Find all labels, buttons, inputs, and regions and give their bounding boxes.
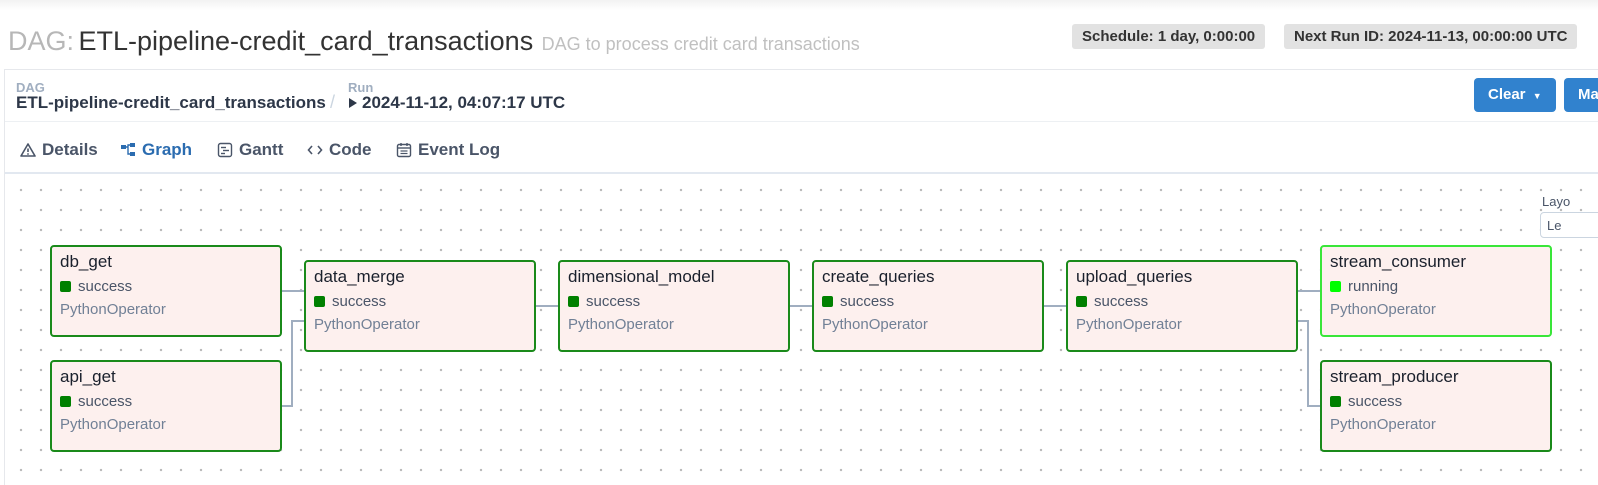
status-square-icon	[1330, 281, 1341, 292]
schedule-badge: Schedule: 1 day, 0:00:00	[1072, 24, 1266, 49]
status-square-icon	[60, 396, 71, 407]
task-state-label: success	[1348, 393, 1403, 410]
task-name: stream_producer	[1330, 367, 1459, 386]
page-title: DAG: ETL-pipeline-credit_card_transactio…	[8, 26, 860, 57]
tab-gantt[interactable]: Gantt	[217, 140, 283, 174]
tab-details-label: Details	[42, 140, 98, 159]
status-square-icon	[1076, 296, 1087, 307]
task-state-label: success	[586, 293, 641, 310]
task-state: success	[568, 293, 780, 310]
task-node-data-merge[interactable]: data_merge success PythonOperator	[304, 260, 536, 352]
task-name: db_get	[60, 252, 112, 271]
task-operator: PythonOperator	[568, 316, 674, 333]
mark-state-button[interactable]: Ma	[1564, 78, 1598, 112]
task-node-upload-queries[interactable]: upload_queries success PythonOperator	[1066, 260, 1298, 352]
mark-state-button-label: Ma	[1578, 86, 1598, 103]
task-state-label: success	[1094, 293, 1149, 310]
task-state-label: success	[332, 293, 387, 310]
breadcrumb-run-value: 2024-11-12, 04:07:17 UTC	[362, 93, 566, 112]
task-state: success	[60, 393, 272, 410]
tab-gantt-label: Gantt	[239, 140, 284, 159]
graph-canvas[interactable]: db_get success PythonOperator api_get su…	[5, 174, 1598, 485]
task-node-create-queries[interactable]: create_queries success PythonOperator	[812, 260, 1044, 352]
task-operator: PythonOperator	[314, 316, 420, 333]
warning-triangle-icon	[20, 143, 36, 157]
status-square-icon	[1330, 396, 1341, 407]
chevron-down-icon: ▼	[1532, 91, 1542, 101]
task-state: success	[60, 278, 272, 295]
breadcrumb-dag-link[interactable]: ETL-pipeline-credit_card_transactions	[16, 93, 326, 113]
task-operator: PythonOperator	[60, 416, 166, 433]
gantt-icon	[217, 142, 233, 158]
tab-event-log[interactable]: Event Log	[396, 140, 500, 174]
tab-code[interactable]: Code	[307, 140, 372, 174]
task-state-label: running	[1348, 278, 1399, 295]
breadcrumb-run[interactable]: 2024-11-12, 04:07:17 UTC	[348, 93, 565, 113]
task-operator: PythonOperator	[1330, 416, 1436, 433]
tab-graph-label: Graph	[142, 140, 193, 159]
calendar-icon	[396, 143, 412, 158]
next-run-badge: Next Run ID: 2024-11-13, 00:00:00 UTC	[1284, 24, 1578, 49]
task-node-api-get[interactable]: api_get success PythonOperator	[50, 360, 282, 452]
task-name: api_get	[60, 367, 116, 386]
task-operator: PythonOperator	[60, 301, 166, 318]
task-operator: PythonOperator	[1330, 301, 1436, 318]
layout-direction-select[interactable]: Le	[1540, 212, 1598, 238]
layout-label: Layo	[1542, 194, 1571, 209]
task-state: success	[1076, 293, 1288, 310]
task-state: success	[314, 293, 526, 310]
tab-event-log-label: Event Log	[418, 140, 501, 159]
task-state-label: success	[78, 393, 133, 410]
task-name: upload_queries	[1076, 267, 1193, 286]
task-operator: PythonOperator	[1076, 316, 1182, 333]
status-square-icon	[60, 281, 71, 292]
task-name: stream_consumer	[1330, 252, 1467, 271]
task-operator: PythonOperator	[822, 316, 928, 333]
task-node-stream-producer[interactable]: stream_producer success PythonOperator	[1320, 360, 1552, 452]
tab-graph[interactable]: Graph	[106, 140, 207, 176]
task-node-db-get[interactable]: db_get success PythonOperator	[50, 245, 282, 337]
task-name: data_merge	[314, 267, 405, 286]
task-state: success	[822, 293, 1034, 310]
code-icon	[307, 145, 323, 155]
edge-api-get-data-merge	[280, 320, 305, 407]
top-shadow	[0, 0, 1598, 10]
clear-button-label: Clear	[1488, 86, 1526, 103]
clear-button[interactable]: Clear ▼	[1474, 78, 1556, 112]
panel-divider	[5, 121, 1598, 122]
play-icon	[349, 98, 357, 108]
tab-code-label: Code	[329, 140, 372, 159]
tab-details[interactable]: Details	[20, 140, 98, 174]
status-square-icon	[822, 296, 833, 307]
task-state: success	[1330, 393, 1542, 410]
task-name: create_queries	[822, 267, 935, 286]
graph-icon	[121, 143, 135, 156]
dag-description: DAG to process credit card transactions	[541, 34, 860, 54]
status-square-icon	[568, 296, 579, 307]
breadcrumb-separator: /	[330, 92, 336, 112]
dag-prefix: DAG:	[8, 26, 75, 56]
task-node-stream-consumer[interactable]: stream_consumer running PythonOperator	[1320, 245, 1552, 337]
edge-upload-queries-stream-producer	[1296, 320, 1321, 407]
task-state-label: success	[78, 278, 133, 295]
task-name: dimensional_model	[568, 267, 715, 286]
status-square-icon	[314, 296, 325, 307]
task-node-dimensional-model[interactable]: dimensional_model success PythonOperator	[558, 260, 790, 352]
task-state-label: success	[840, 293, 895, 310]
task-state: running	[1330, 278, 1542, 295]
dag-title: ETL-pipeline-credit_card_transactions	[78, 26, 534, 56]
